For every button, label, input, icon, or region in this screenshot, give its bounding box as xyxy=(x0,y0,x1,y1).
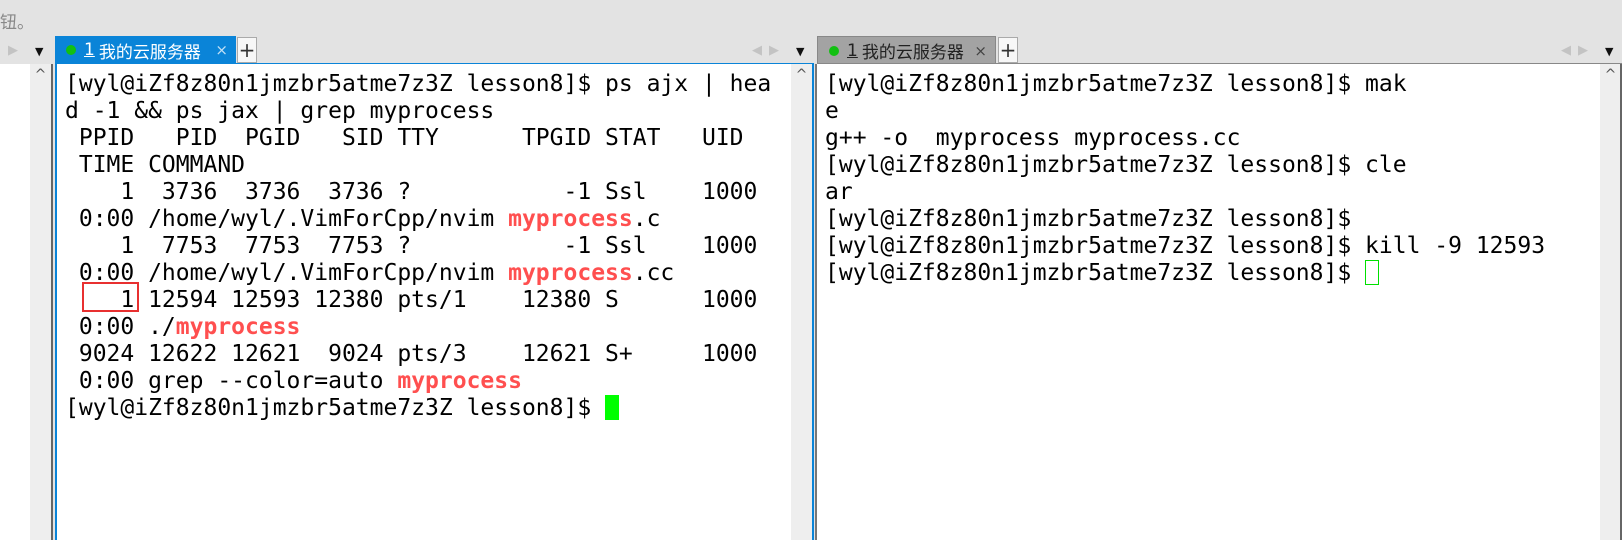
terminal-text: 9024 12622 12621 9024 pts/3 12621 S+ 100… xyxy=(65,341,758,367)
cursor xyxy=(605,395,620,420)
dropdown-icon[interactable]: ▼ xyxy=(35,45,43,58)
highlighted-match: myprocess xyxy=(508,206,633,232)
terminal-text: 1 7753 7753 7753 ? -1 Ssl 1000 xyxy=(65,233,758,259)
terminal-line: [wyl@iZf8z80n1jmzbr5atme7z3Z lesson8]$ xyxy=(825,260,1545,287)
divider xyxy=(51,64,53,540)
terminal-output[interactable]: [wyl@iZf8z80n1jmzbr5atme7z3Z lesson8]$ p… xyxy=(65,71,771,422)
tab-left-session[interactable]: 1 我的云服务器 × xyxy=(55,36,236,64)
new-tab-button[interactable]: + xyxy=(237,37,257,63)
terminal-text: .c xyxy=(632,206,661,232)
tab-next-arrow-icon[interactable]: ▶ xyxy=(769,43,779,58)
terminal-line: 1 7753 7753 7753 ? -1 Ssl 1000 xyxy=(65,233,771,260)
terminal-text: TIME COMMAND xyxy=(65,152,246,178)
close-icon[interactable]: × xyxy=(215,41,228,59)
highlighted-match: myprocess xyxy=(175,314,301,340)
terminal-line: TIME COMMAND xyxy=(65,152,771,179)
scroll-up-icon[interactable]: ^ xyxy=(30,67,51,83)
active-border-right xyxy=(812,63,814,540)
left-terminal-scrollbar[interactable]: ^ xyxy=(791,64,812,540)
highlighted-match: myprocess xyxy=(508,260,633,286)
terminal-line: 0:00 /home/wyl/.VimForCpp/nvim myprocess… xyxy=(65,206,771,233)
terminal-line: g++ -o myprocess myprocess.cc xyxy=(825,125,1545,152)
terminal-line: [wyl@iZf8z80n1jmzbr5atme7z3Z lesson8]$ m… xyxy=(825,71,1545,98)
terminal-line: 0:00 ./myprocess xyxy=(65,314,771,341)
side-scrollbar[interactable]: ^ xyxy=(30,64,51,540)
terminal-line: d -1 && ps jax | grep myprocess xyxy=(65,98,771,125)
tab-prev-arrow-icon[interactable]: ◀ xyxy=(752,43,762,58)
terminal-text: 1 3736 3736 3736 ? -1 Ssl 1000 xyxy=(65,179,758,205)
terminal-line: [wyl@iZf8z80n1jmzbr5atme7z3Z lesson8]$ k… xyxy=(825,233,1545,260)
tab-number: 1 xyxy=(84,40,95,60)
terminal-text: .cc xyxy=(632,260,675,286)
terminal-line: e xyxy=(825,98,1545,125)
tab-next-arrow-icon[interactable]: ▶ xyxy=(1578,43,1588,58)
terminal-text: 0:00 grep --color=auto xyxy=(65,368,398,394)
tab-number: 1 xyxy=(847,40,858,61)
terminal-text: ar xyxy=(825,179,853,205)
new-tab-button[interactable]: + xyxy=(998,37,1018,63)
left-terminal[interactable]: [wyl@iZf8z80n1jmzbr5atme7z3Z lesson8]$ p… xyxy=(57,64,792,540)
terminal-output[interactable]: [wyl@iZf8z80n1jmzbr5atme7z3Z lesson8]$ m… xyxy=(825,71,1545,287)
terminal-text: 0:00 ./ xyxy=(65,314,176,340)
right-terminal[interactable]: [wyl@iZf8z80n1jmzbr5atme7z3Z lesson8]$ m… xyxy=(817,64,1600,540)
terminal-line: [wyl@iZf8z80n1jmzbr5atme7z3Z lesson8]$ p… xyxy=(65,71,771,98)
terminal-text: d -1 && ps jax | grep myprocess xyxy=(65,98,495,124)
terminal-line: 9024 12622 12621 9024 pts/3 12621 S+ 100… xyxy=(65,341,771,368)
tab-title: 我的云服务器 xyxy=(861,43,964,63)
tab-title: 我的云服务器 xyxy=(98,42,201,63)
terminal-line: 0:00 grep --color=auto myprocess xyxy=(65,368,771,395)
hint-text: 钮。 xyxy=(0,13,34,33)
terminal-line: [wyl@iZf8z80n1jmzbr5atme7z3Z lesson8]$ xyxy=(825,206,1545,233)
terminal-text: PPID PID PGID SID TTY TPGID STAT UID xyxy=(65,125,744,151)
terminal-text: e xyxy=(825,98,839,124)
scroll-right-arrow-icon[interactable]: ▶ xyxy=(8,43,18,58)
annotation-box xyxy=(82,282,139,312)
terminal-text: [wyl@iZf8z80n1jmzbr5atme7z3Z lesson8]$ c… xyxy=(825,152,1407,178)
right-terminal-scrollbar[interactable]: ^ xyxy=(1600,64,1621,540)
scroll-up-icon[interactable]: ^ xyxy=(1600,67,1621,83)
terminal-text: [wyl@iZf8z80n1jmzbr5atme7z3Z lesson8]$ xyxy=(825,260,1366,286)
terminal-text: [wyl@iZf8z80n1jmzbr5atme7z3Z lesson8]$ k… xyxy=(825,233,1546,259)
terminal-line: 1 3736 3736 3736 ? -1 Ssl 1000 xyxy=(65,179,771,206)
terminal-text: 0:00 /home/wyl/.VimForCpp/nvim xyxy=(65,206,509,232)
terminal-line: [wyl@iZf8z80n1jmzbr5atme7z3Z lesson8]$ xyxy=(65,395,771,422)
tab-prev-arrow-icon[interactable]: ◀ xyxy=(1561,43,1571,58)
terminal-text: [wyl@iZf8z80n1jmzbr5atme7z3Z lesson8]$ m… xyxy=(825,71,1407,97)
terminal-text: 1 12594 12593 12380 pts/1 12380 S 1000 xyxy=(65,287,758,313)
terminal-line: PPID PID PGID SID TTY TPGID STAT UID xyxy=(65,125,771,152)
terminal-line: [wyl@iZf8z80n1jmzbr5atme7z3Z lesson8]$ c… xyxy=(825,152,1545,179)
terminal-line: 1 12594 12593 12380 pts/1 12380 S 1000 xyxy=(65,287,771,314)
side-pane xyxy=(0,64,30,540)
terminal-text: [wyl@iZf8z80n1jmzbr5atme7z3Z lesson8]$ xyxy=(65,395,606,421)
tab-list-dropdown-icon[interactable]: ▼ xyxy=(1605,45,1613,58)
terminal-text: [wyl@iZf8z80n1jmzbr5atme7z3Z lesson8]$ p… xyxy=(65,71,772,97)
terminal-text: g++ -o myprocess myprocess.cc xyxy=(825,125,1241,151)
highlighted-match: myprocess xyxy=(397,368,522,394)
cursor xyxy=(1365,260,1380,285)
scroll-up-icon[interactable]: ^ xyxy=(791,67,812,83)
status-dot-icon xyxy=(66,45,76,55)
status-dot-icon xyxy=(829,45,839,56)
tab-right-session[interactable]: 1 我的云服务器 × xyxy=(817,36,996,64)
tab-list-dropdown-icon[interactable]: ▼ xyxy=(796,45,804,58)
terminal-line: 0:00 /home/wyl/.VimForCpp/nvim myprocess… xyxy=(65,260,771,287)
close-icon[interactable]: × xyxy=(974,42,987,60)
terminal-text: [wyl@iZf8z80n1jmzbr5atme7z3Z lesson8]$ xyxy=(825,206,1352,232)
terminal-line: ar xyxy=(825,179,1545,206)
